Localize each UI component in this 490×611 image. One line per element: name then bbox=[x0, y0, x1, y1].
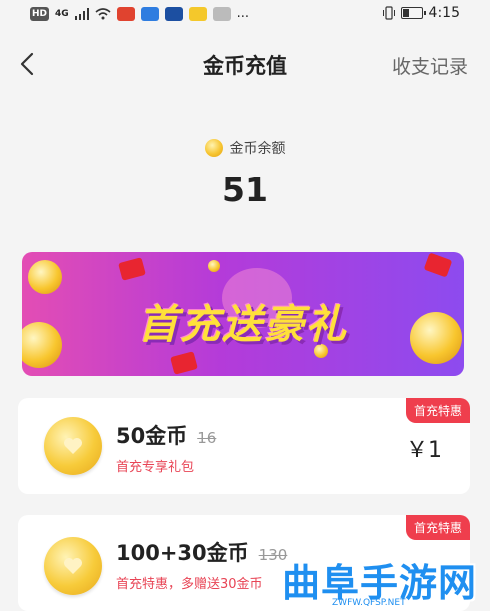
package-amount: 100+30金币 bbox=[116, 541, 249, 565]
package-card-1[interactable]: 50金币 16 首充专享礼包 ￥1 首充特惠 bbox=[18, 398, 470, 494]
package-subtitle: 首充专享礼包 bbox=[116, 460, 195, 475]
coin-icon bbox=[44, 417, 102, 475]
vibrate-icon bbox=[382, 6, 395, 20]
signal-icon bbox=[74, 7, 89, 20]
package-amount: 50金币 bbox=[116, 424, 188, 448]
original-amount: 16 bbox=[197, 429, 217, 447]
app-notification-icon-5 bbox=[212, 6, 231, 21]
status-bar: HD 4G ... 4:15 bbox=[0, 0, 490, 28]
first-recharge-tag: 首充特惠 bbox=[405, 398, 470, 423]
banner-coin-icon bbox=[28, 260, 62, 294]
heart-icon bbox=[64, 558, 82, 574]
watermark-url: ZWFW.QFSP.NET bbox=[332, 598, 406, 608]
site-watermark: 曲阜手游网 ZWFW.QFSP.NET bbox=[282, 552, 477, 608]
coin-icon bbox=[44, 537, 102, 595]
app-notification-icon-4 bbox=[188, 6, 207, 21]
wifi-icon bbox=[95, 7, 111, 19]
package-title: 50金币 16 bbox=[116, 420, 216, 450]
network-4g-indicator: 4G bbox=[55, 8, 69, 19]
red-envelope-icon bbox=[423, 252, 453, 278]
nav-bar: 金币充值 收支记录 bbox=[0, 34, 490, 94]
app-notification-icon-2 bbox=[140, 6, 159, 21]
banner-coin-icon bbox=[208, 260, 220, 272]
package-title: 100+30金币 130 bbox=[116, 537, 287, 567]
app-notification-icon-3 bbox=[164, 6, 183, 21]
balance-label-row: 金币余额 bbox=[0, 138, 490, 158]
red-envelope-icon bbox=[118, 257, 146, 281]
red-envelope-icon bbox=[170, 351, 198, 375]
status-left: HD 4G ... bbox=[30, 6, 249, 21]
promo-banner[interactable]: 首充送豪礼 bbox=[22, 252, 464, 376]
coin-icon bbox=[204, 139, 223, 157]
more-notifications-icon: ... bbox=[236, 6, 250, 21]
hd-indicator: HD bbox=[30, 6, 50, 21]
package-price: ￥1 bbox=[406, 438, 442, 463]
banner-title: 首充送豪礼 bbox=[138, 302, 348, 348]
balance-value: 51 bbox=[222, 170, 268, 209]
balance-label: 金币余额 bbox=[229, 141, 286, 157]
status-time: 4:15 bbox=[428, 5, 460, 21]
app-notification-icon-1 bbox=[116, 6, 135, 21]
status-right: 4:15 bbox=[382, 5, 460, 21]
first-recharge-tag: 首充特惠 bbox=[405, 515, 470, 540]
heart-icon bbox=[64, 438, 82, 454]
package-subtitle: 首充特惠，多赠送30金币 bbox=[116, 577, 263, 592]
transaction-records-link[interactable]: 收支记录 bbox=[392, 52, 468, 79]
battery-icon bbox=[400, 7, 426, 19]
